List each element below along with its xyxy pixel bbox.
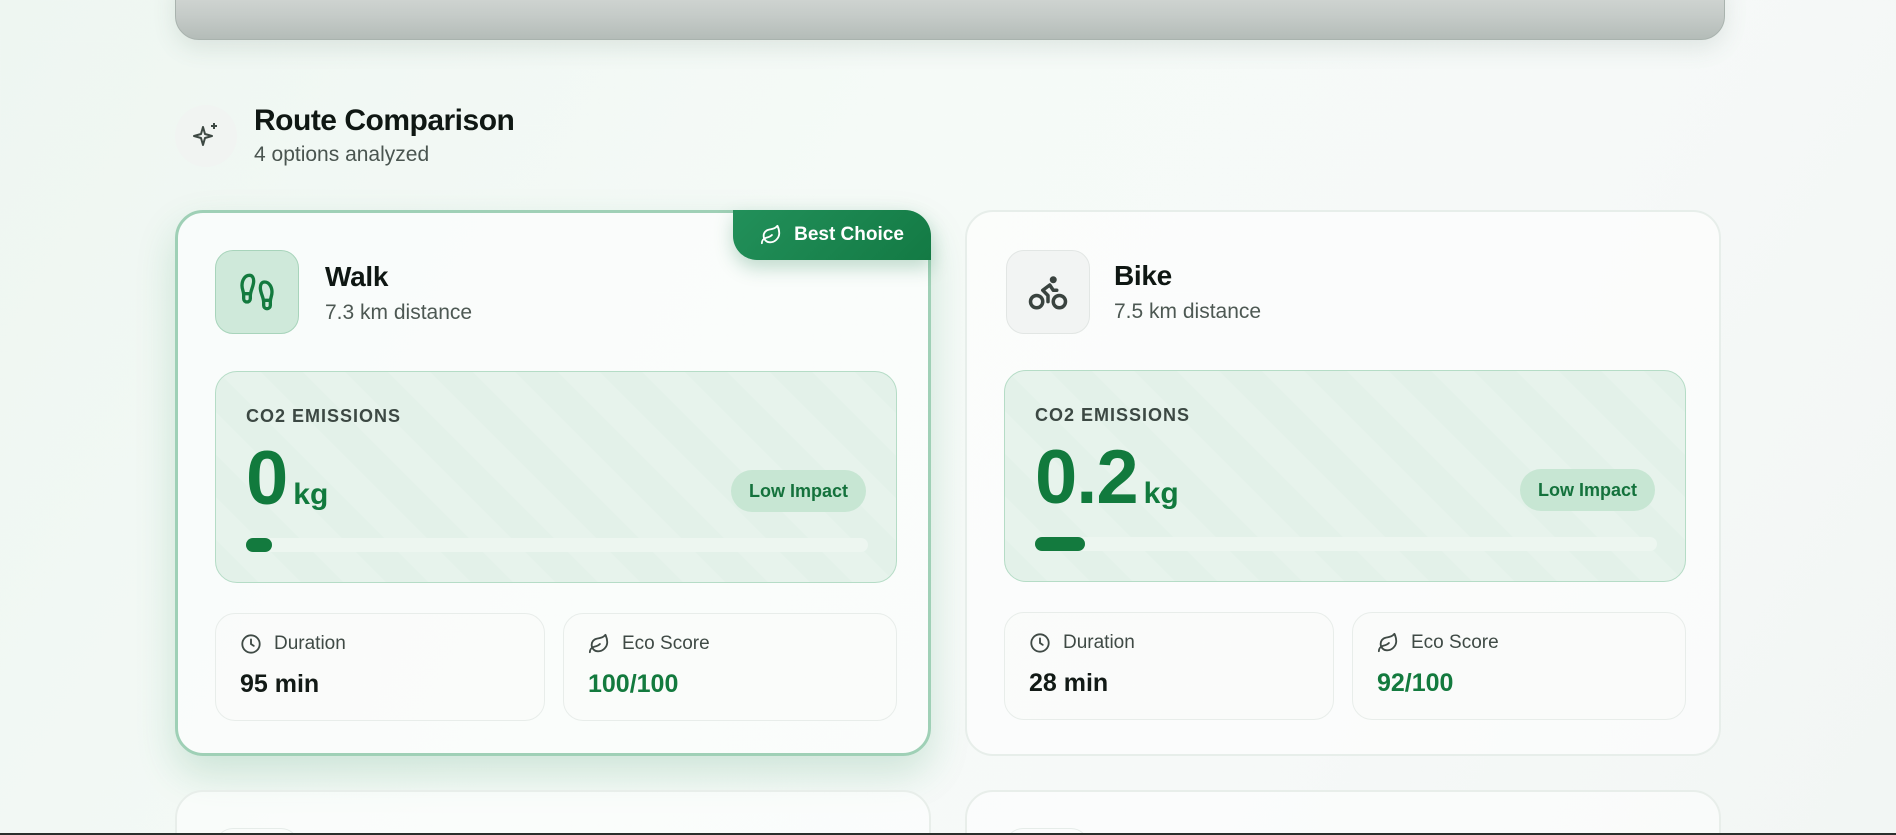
clock-icon — [241, 634, 261, 654]
route-mode-name: Walk — [325, 261, 389, 292]
eco-score-value: 100/100 — [588, 670, 679, 698]
impact-badge: Low Impact — [730, 470, 866, 512]
emissions-bar-track — [246, 538, 868, 552]
bike-icon — [1006, 250, 1090, 334]
co2-emissions-panel: CO2 EMISSIONS 0 kg Low Impact — [215, 371, 897, 583]
emissions-bar-track — [1035, 537, 1657, 551]
leaf-icon — [588, 633, 609, 654]
clock-icon — [1030, 633, 1050, 653]
route-card-partial[interactable] — [175, 790, 931, 835]
emissions-bar-fill — [1035, 537, 1085, 551]
leaf-icon — [761, 224, 781, 245]
co2-label: CO2 EMISSIONS — [1035, 405, 1191, 425]
route-mode-name: Bike — [1114, 260, 1172, 291]
section-title: Route Comparison — [254, 104, 515, 137]
duration-label: Duration — [1063, 632, 1135, 653]
duration-value: 95 min — [240, 670, 320, 698]
map-preview-panel — [175, 0, 1725, 40]
co2-unit: kg — [1143, 477, 1179, 510]
emissions-bar-fill — [246, 538, 272, 552]
route-card-walk[interactable]: Best Choice Walk 7.3 km distance CO2 EMI… — [175, 210, 931, 756]
duration-stat: Duration 28 min — [1004, 612, 1334, 720]
route-distance: 7.5 km distance — [1114, 300, 1262, 323]
section-subtitle: 4 options analyzed — [254, 143, 430, 166]
sparkles-icon — [175, 105, 237, 167]
eco-score-value: 92/100 — [1377, 669, 1454, 697]
duration-stat: Duration 95 min — [215, 613, 545, 721]
footprints-icon — [215, 250, 299, 334]
eco-score-stat: Eco Score 100/100 — [563, 613, 897, 721]
best-choice-label: Best Choice — [794, 224, 904, 245]
eco-score-stat: Eco Score 92/100 — [1352, 612, 1686, 720]
eco-score-label: Eco Score — [622, 633, 710, 654]
impact-badge: Low Impact — [1519, 469, 1655, 511]
co2-unit: kg — [293, 478, 329, 511]
co2-value: 0 — [246, 436, 288, 521]
co2-label: CO2 EMISSIONS — [246, 406, 402, 426]
leaf-icon — [1377, 632, 1398, 653]
duration-value: 28 min — [1029, 669, 1109, 697]
route-distance: 7.3 km distance — [325, 301, 473, 324]
route-card-partial[interactable] — [965, 790, 1721, 835]
route-card-bike[interactable]: Bike 7.5 km distance CO2 EMISSIONS 0.2 k… — [965, 210, 1721, 756]
eco-score-label: Eco Score — [1411, 632, 1499, 653]
co2-value: 0.2 — [1035, 435, 1139, 520]
best-choice-badge: Best Choice — [733, 210, 931, 260]
co2-emissions-panel: CO2 EMISSIONS 0.2 kg Low Impact — [1004, 370, 1686, 582]
section-header: Route Comparison 4 options analyzed — [175, 103, 515, 167]
duration-label: Duration — [274, 633, 346, 654]
